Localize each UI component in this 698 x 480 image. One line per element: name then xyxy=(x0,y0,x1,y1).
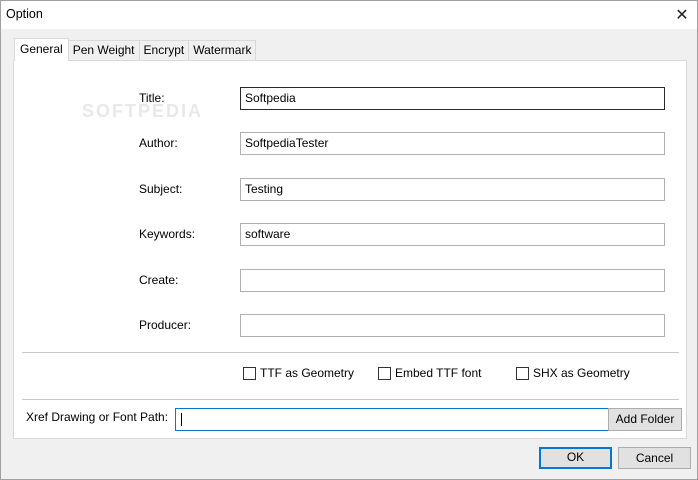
separator xyxy=(22,352,679,354)
add-folder-button[interactable]: Add Folder xyxy=(608,408,682,431)
ttf-geometry-option[interactable]: TTF as Geometry xyxy=(243,366,354,380)
shx-geometry-checkbox[interactable] xyxy=(516,366,529,380)
producer-input[interactable] xyxy=(240,314,665,337)
text-caret xyxy=(181,413,182,426)
title-input[interactable]: Softpedia xyxy=(240,87,665,110)
tab-watermark[interactable]: Watermark xyxy=(189,40,257,60)
xref-path-input[interactable] xyxy=(175,408,609,431)
cancel-button[interactable]: Cancel xyxy=(618,447,691,469)
title-bar: Option ✕ xyxy=(1,1,697,29)
subject-input[interactable]: Testing xyxy=(240,178,665,201)
title-label: Title: xyxy=(139,91,165,105)
embed-ttf-label: Embed TTF font xyxy=(395,366,482,380)
keywords-label: Keywords: xyxy=(139,227,196,241)
shx-geometry-option[interactable]: SHX as Geometry xyxy=(516,366,630,380)
option-dialog: Option ✕ General Pen Weight Encrypt Wate… xyxy=(0,0,698,480)
author-input[interactable]: SoftpediaTester xyxy=(240,132,665,155)
tab-strip: General Pen Weight Encrypt Watermark xyxy=(14,38,257,61)
embed-ttf-option[interactable]: Embed TTF font xyxy=(378,366,481,380)
tab-pen-weight[interactable]: Pen Weight xyxy=(68,40,140,60)
separator xyxy=(22,399,679,401)
close-button[interactable]: ✕ xyxy=(667,1,697,29)
subject-label: Subject: xyxy=(139,182,183,196)
embed-ttf-checkbox[interactable] xyxy=(378,366,391,380)
create-label: Create: xyxy=(139,273,179,287)
ttf-geometry-checkbox[interactable] xyxy=(243,366,256,380)
ttf-geometry-label: TTF as Geometry xyxy=(260,366,355,380)
ok-button[interactable]: OK xyxy=(539,447,612,469)
tab-encrypt[interactable]: Encrypt xyxy=(139,40,190,60)
shx-geometry-label: SHX as Geometry xyxy=(533,366,630,380)
keywords-input[interactable]: software xyxy=(240,223,665,246)
producer-label: Producer: xyxy=(139,318,192,332)
general-panel: SOFTPEDIA Title: Softpedia Author: Softp… xyxy=(13,60,687,439)
create-input[interactable] xyxy=(240,269,665,292)
xref-path-label: Xref Drawing or Font Path: xyxy=(26,410,169,424)
author-label: Author: xyxy=(139,136,178,150)
window-title: Option xyxy=(6,7,43,21)
close-icon: ✕ xyxy=(675,7,689,24)
tab-general[interactable]: General xyxy=(14,38,69,61)
